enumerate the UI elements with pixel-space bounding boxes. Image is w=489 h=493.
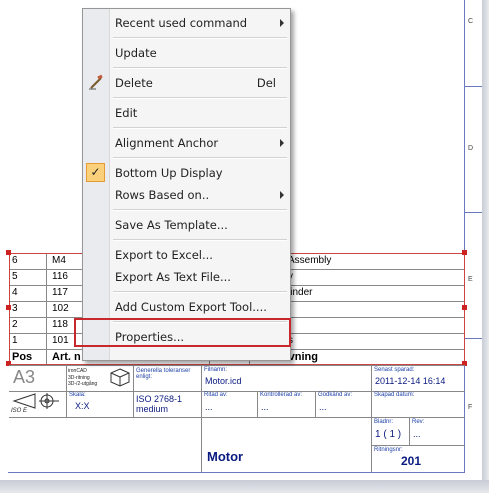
- saved-label: Senast sparad:: [374, 367, 415, 373]
- rev-value: ...: [413, 429, 421, 439]
- menu-item-alignment-anchor[interactable]: Alignment Anchor: [83, 131, 290, 155]
- menu-item-label: Rows Based on..: [115, 188, 210, 202]
- cube-logo-icon: [110, 368, 130, 387]
- divider: [371, 445, 465, 446]
- menu-item-label: Save As Template...: [115, 218, 228, 232]
- company-line: 3D-/2-utgång: [68, 381, 98, 387]
- resize-handle[interactable]: [462, 250, 467, 255]
- menu-item-label: Delete: [115, 76, 153, 90]
- divider: [257, 391, 258, 417]
- menu-separator: [113, 157, 287, 159]
- menu-separator: [113, 37, 287, 39]
- zone-label-f: F: [468, 404, 473, 411]
- rev-label: Rev:: [412, 419, 425, 425]
- drawn-label: Ritad av:: [204, 392, 228, 398]
- menu-item-label: Add Custom Export Tool....: [115, 300, 267, 314]
- menu-separator: [113, 209, 287, 211]
- menu-item-delete[interactable]: Delete Del: [83, 71, 290, 95]
- company-line: ironCAD: [68, 368, 87, 374]
- zone-divider: [465, 86, 482, 87]
- saved-value: 2011-12-14 16:14: [375, 376, 446, 386]
- menu-separator: [113, 67, 287, 69]
- scale-label: Skala:: [69, 392, 86, 398]
- menu-item-label: Alignment Anchor: [115, 136, 219, 150]
- divider: [9, 365, 465, 366]
- eraser-icon: [89, 74, 103, 90]
- title-block: A3 ironCAD 3D-ritning 3D-/2-utgång Gener…: [9, 365, 465, 472]
- created-label: Skapad datum:: [374, 392, 415, 398]
- checked-label: Kontrollerad av:: [260, 392, 303, 398]
- resize-handle[interactable]: [462, 305, 467, 310]
- zone-label-c: C: [468, 18, 474, 25]
- title-value: Motor: [207, 449, 244, 464]
- drawn-value: ...: [205, 402, 213, 412]
- projection-label: ISO E: [11, 408, 28, 414]
- menu-item-recent-used-command[interactable]: Recent used command: [83, 11, 290, 35]
- menu-separator: [113, 97, 287, 99]
- menu-item-bottom-up-display[interactable]: ✓ Bottom Up Display: [83, 161, 290, 185]
- sheet-value: 1 ( 1 ): [375, 429, 402, 440]
- approved-value: ...: [319, 402, 327, 412]
- tolerance-label: Generella toleranser enligt:: [136, 368, 191, 380]
- menu-separator: [113, 239, 287, 241]
- menu-item-label: Update: [115, 46, 157, 60]
- menu-item-edit[interactable]: Edit: [83, 101, 290, 125]
- menu-item-export-as-text-file[interactable]: Export As Text File...: [83, 265, 290, 289]
- zone-label-e: E: [468, 276, 473, 283]
- menu-item-label: Recent used command: [115, 16, 248, 30]
- divider: [66, 365, 67, 417]
- menu-item-label: Edit: [115, 106, 138, 120]
- submenu-arrow-icon: [280, 19, 284, 27]
- scale-value: X:X: [75, 401, 90, 411]
- resize-handle[interactable]: [6, 250, 11, 255]
- drawing-frame-border: [464, 0, 483, 472]
- zone-divider: [465, 212, 482, 213]
- filename-label: Filnamn:: [204, 367, 228, 373]
- menu-item-rows-based-on[interactable]: Rows Based on..: [83, 183, 290, 207]
- menu-separator: [113, 127, 287, 129]
- menu-item-update[interactable]: Update: [83, 41, 290, 65]
- zone-label-d: D: [468, 145, 474, 152]
- menu-item-add-custom-export-tool[interactable]: Add Custom Export Tool....: [83, 295, 290, 319]
- approved-label: Godkänd av:: [318, 392, 353, 398]
- checked-value: ...: [261, 402, 269, 412]
- menu-item-label: Export to Excel...: [115, 248, 213, 262]
- sheet-label: Bladnr:: [374, 419, 394, 425]
- menu-item-label: Bottom Up Display: [115, 166, 223, 180]
- submenu-arrow-icon: [280, 139, 284, 147]
- drawing-no-label: Ritningsnr:: [374, 447, 403, 453]
- menu-item-export-to-excel[interactable]: Export to Excel...: [83, 243, 290, 267]
- menu-separator: [113, 291, 287, 293]
- divider: [409, 417, 410, 445]
- menu-item-shortcut: Del: [256, 76, 276, 90]
- filename-value: Motor.icd: [205, 376, 242, 386]
- menu-item-label: Export As Text File...: [115, 270, 231, 284]
- window-border-right: [482, 0, 489, 493]
- divider: [133, 365, 134, 417]
- properties-highlight-annotation: [74, 318, 291, 347]
- zone-divider: [465, 338, 482, 339]
- resize-handle[interactable]: [6, 305, 11, 310]
- divider: [9, 417, 465, 418]
- checkmark-icon: ✓: [86, 163, 105, 182]
- divider: [201, 365, 202, 472]
- tolerance-value: ISO 2768-1 medium: [136, 394, 183, 414]
- submenu-arrow-icon: [280, 191, 284, 199]
- window-border-bottom: [0, 480, 489, 493]
- divider: [371, 365, 372, 472]
- drawing-no-value: 201: [401, 454, 422, 468]
- menu-item-save-as-template[interactable]: Save As Template...: [83, 213, 290, 237]
- sheet-format: A3: [13, 367, 36, 387]
- divider: [315, 391, 316, 417]
- context-menu: Recent used command Update Delete Del Ed…: [82, 8, 291, 361]
